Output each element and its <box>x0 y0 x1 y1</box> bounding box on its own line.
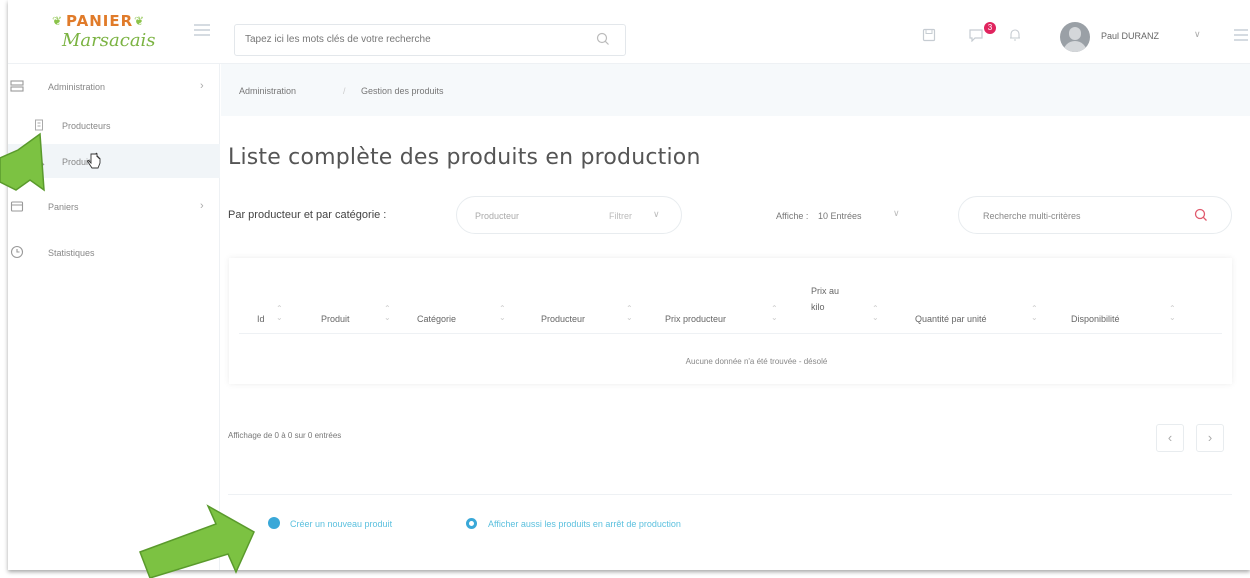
entries-select[interactable]: 10 Entrées <box>818 211 862 221</box>
sidebar-item-administration[interactable]: Administration › <box>8 68 220 104</box>
filter-button-label[interactable]: Filtrer <box>609 211 632 221</box>
sort-icon[interactable]: ⌃ ⌄ <box>384 304 391 322</box>
annotation-arrow <box>139 504 255 578</box>
breadcrumb: Administration / Gestion des produits <box>221 64 1250 116</box>
page-title: Liste complète des produits en productio… <box>228 145 701 170</box>
search-placeholder: Tapez ici les mots clés de votre recherc… <box>245 34 431 45</box>
options-menu-icon[interactable] <box>1234 29 1248 44</box>
sort-icon[interactable]: ⌃ ⌄ <box>276 304 283 322</box>
top-bar: ❦ PANIER ❦ Marsacais Tapez ici les mots … <box>8 0 1250 64</box>
breadcrumb-item-current: Gestion des produits <box>361 86 444 96</box>
leaf-icon: ❦ <box>52 14 63 28</box>
breadcrumb-item-administration[interactable]: Administration <box>239 86 296 96</box>
next-page-button[interactable]: › <box>1196 424 1224 452</box>
hand-cursor-icon <box>87 152 101 169</box>
sidebar-item-label: Statistiques <box>48 248 95 258</box>
annotation-arrow <box>0 132 45 192</box>
products-table: Id ⌃ ⌄ Produit ⌃ ⌄ Catégorie ⌃ ⌄ Producteur… <box>229 258 1232 384</box>
pagination-info: Affichage de 0 à 0 sur 0 entrées <box>228 431 342 440</box>
sidebar-item-label: Administration <box>48 82 106 92</box>
producer-filter-select[interactable]: Producteur Filtrer ∨ <box>456 196 682 234</box>
sort-icon[interactable]: ⌃ ⌄ <box>872 304 879 322</box>
menu-toggle-icon[interactable] <box>194 24 210 38</box>
column-header-id[interactable]: Id <box>257 314 265 324</box>
global-search-input[interactable]: Tapez ici les mots clés de votre recherc… <box>234 24 626 56</box>
user-name[interactable]: Paul DURANZ <box>1101 31 1159 41</box>
producer-select-placeholder: Producteur <box>475 211 520 221</box>
filter-label: Par producteur et par catégorie : <box>228 209 387 221</box>
brand-logo[interactable]: ❦ PANIER ❦ Marsacais <box>48 8 168 58</box>
column-header-prix-producteur[interactable]: Prix producteur <box>665 314 726 324</box>
column-header-disponibilite[interactable]: Disponibilité <box>1071 314 1120 324</box>
logo-line1: PANIER <box>66 12 134 30</box>
bell-icon[interactable] <box>1008 28 1022 42</box>
divider <box>239 333 1222 334</box>
server-icon <box>10 80 24 92</box>
sort-icon[interactable]: ⌃ ⌄ <box>1031 304 1038 322</box>
column-header-producteur[interactable]: Producteur <box>541 314 585 324</box>
breadcrumb-separator: / <box>343 86 346 96</box>
chevron-down-icon[interactable]: ∨ <box>893 208 900 219</box>
empty-table-message: Aucune donnée n'a été trouvée - désolé <box>685 357 828 366</box>
chevron-right-icon: › <box>200 80 204 92</box>
chat-icon[interactable] <box>968 28 984 42</box>
multi-criteria-search-input[interactable]: Recherche multi-critères <box>958 196 1232 234</box>
sidebar-item-label: Producteurs <box>62 121 111 131</box>
column-header-prix-kilo[interactable]: Prix au kilo <box>811 283 851 315</box>
chevron-down-icon[interactable]: ∨ <box>1194 29 1201 40</box>
create-product-link[interactable]: Créer un nouveau produit <box>268 517 392 529</box>
clock-icon <box>10 245 24 259</box>
sidebar-item-statistiques[interactable]: Statistiques <box>8 234 220 270</box>
plus-circle-icon <box>268 517 280 529</box>
user-avatar[interactable] <box>1060 22 1090 52</box>
chevron-right-icon: › <box>200 200 204 212</box>
logo-line2: Marsacais <box>62 30 156 51</box>
divider <box>228 494 1232 495</box>
sort-icon[interactable]: ⌃ ⌄ <box>771 304 778 322</box>
sort-icon[interactable]: ⌃ ⌄ <box>499 304 506 322</box>
entries-label: Affiche : <box>776 211 809 221</box>
toggle-circle-icon <box>466 518 477 529</box>
leaf-icon: ❦ <box>134 14 145 28</box>
column-header-categorie[interactable]: Catégorie <box>417 314 456 324</box>
previous-page-button[interactable]: ‹ <box>1156 424 1184 452</box>
column-header-produit[interactable]: Produit <box>321 314 350 324</box>
multi-search-placeholder: Recherche multi-critères <box>983 211 1081 221</box>
column-header-quantite[interactable]: Quantité par unité <box>915 314 987 324</box>
search-icon[interactable] <box>595 31 611 47</box>
search-icon[interactable] <box>1193 207 1209 223</box>
show-stopped-products-link[interactable]: Afficher aussi les produits en arrêt de … <box>466 518 681 529</box>
sort-icon[interactable]: ⌃ ⌄ <box>626 304 633 322</box>
notification-badge: 3 <box>984 22 996 34</box>
sort-icon[interactable]: ⌃ ⌄ <box>1169 304 1176 322</box>
save-icon[interactable] <box>922 28 936 42</box>
chevron-down-icon[interactable]: ∨ <box>653 209 660 220</box>
